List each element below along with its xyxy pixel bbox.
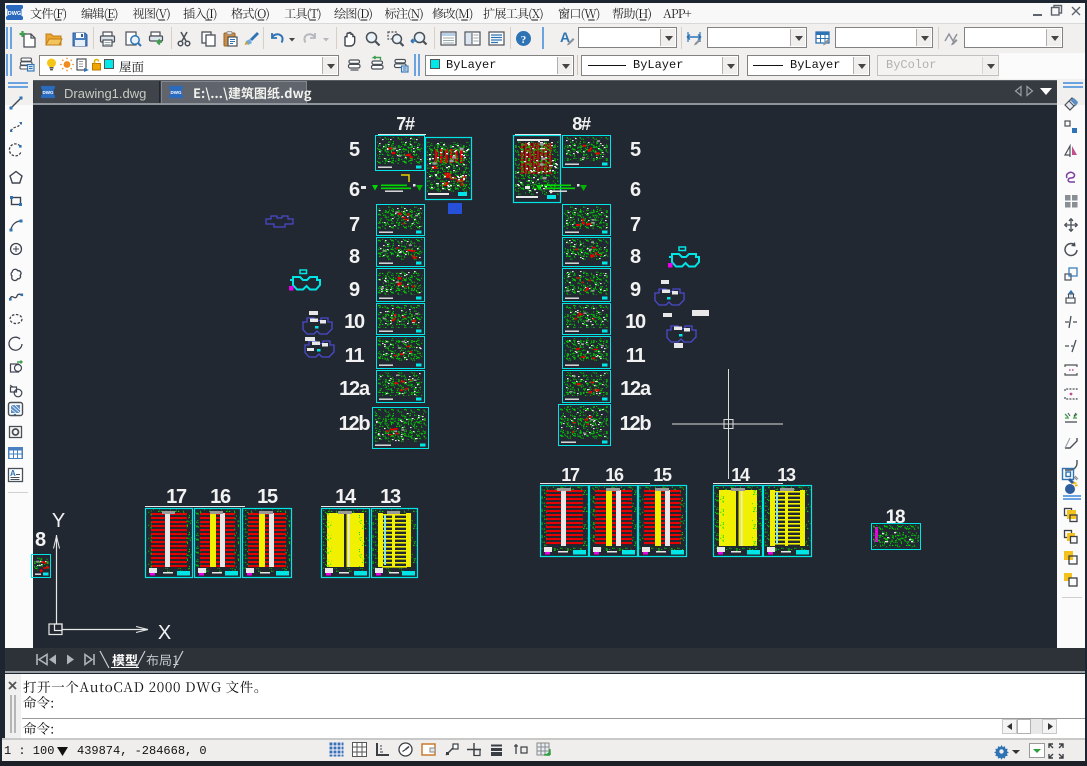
svg-text:5: 5 bbox=[630, 139, 641, 161]
svg-text:15: 15 bbox=[653, 465, 672, 485]
svg-text:9: 9 bbox=[630, 279, 641, 301]
svg-text:18: 18 bbox=[886, 507, 905, 528]
svg-text:16: 16 bbox=[605, 465, 624, 485]
svg-text:8: 8 bbox=[630, 246, 641, 268]
svg-text:10: 10 bbox=[625, 311, 646, 333]
svg-text:11: 11 bbox=[626, 345, 646, 367]
svg-text:12a: 12a bbox=[620, 378, 652, 400]
svg-text:12b: 12b bbox=[620, 413, 652, 435]
svg-text:7: 7 bbox=[630, 214, 641, 236]
svg-text:14: 14 bbox=[731, 465, 750, 485]
svg-text:13: 13 bbox=[777, 465, 796, 485]
svg-text:6: 6 bbox=[630, 179, 641, 201]
